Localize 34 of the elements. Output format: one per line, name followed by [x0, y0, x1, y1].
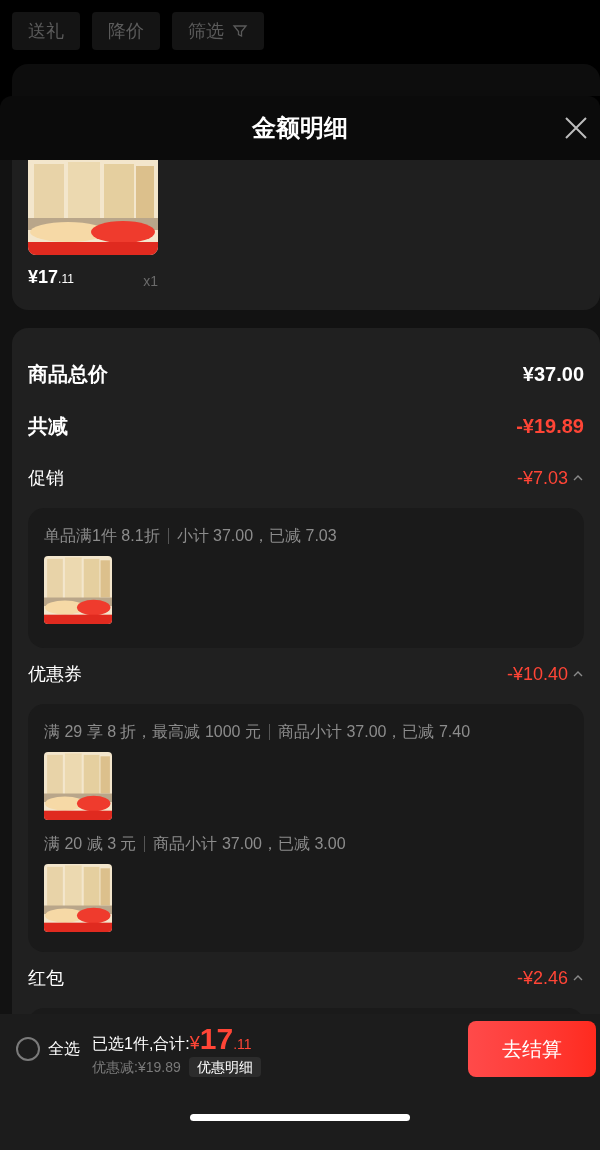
section-title: 优惠券 [28, 663, 82, 686]
rule-detail: 商品小计 37.00，已减 3.00 [153, 834, 346, 854]
summary-label: 共减 [28, 414, 68, 439]
section-amount: -¥2.46 [516, 967, 568, 990]
rule-text: 满 20 减 3 元 [44, 834, 137, 854]
filter-chip[interactable]: 送礼 [12, 12, 80, 50]
currency: ¥ [189, 1033, 200, 1055]
summary-amount: -¥19.89 [516, 414, 584, 439]
close-icon[interactable] [564, 116, 588, 140]
section-amount: -¥10.40 [506, 663, 568, 686]
home-indicator[interactable] [190, 1113, 410, 1121]
discount-detail-button[interactable]: 优惠明细 [188, 1057, 261, 1077]
rule-text: 单品满1件 8.1折 [44, 526, 160, 546]
filter-chip[interactable]: 降价 [92, 12, 160, 50]
filter-chip[interactable]: 筛选 [172, 12, 264, 50]
summary-label: 商品总价 [28, 362, 108, 387]
product-price: ¥17 [28, 266, 59, 289]
section-title: 红包 [28, 967, 64, 990]
quantity: x1 [143, 272, 158, 291]
section-title: 促销 [28, 467, 64, 490]
saving-text: 优惠减:¥19.89 [92, 1058, 181, 1077]
rule-detail: 商品小计 37.00，已减 7.40 [277, 722, 471, 742]
select-all-radio[interactable] [16, 1037, 40, 1061]
select-all-label[interactable]: 全选 [48, 1037, 80, 1061]
section-amount: -¥7.03 [516, 467, 568, 490]
checkout-button[interactable]: 去结算 [468, 1021, 596, 1077]
selected-label: 已选1件,合计: [92, 1034, 190, 1054]
rule-detail: 小计 37.00，已减 7.03 [176, 526, 337, 546]
total-decimal: .11 [233, 1035, 252, 1054]
total-price: 17 [199, 1021, 234, 1057]
sheet-title: 金额明细 [252, 113, 348, 143]
rule-text: 满 29 享 8 折，最高减 1000 元 [44, 722, 261, 742]
price-decimal: .11 [58, 271, 74, 287]
summary-amount: ¥37.00 [522, 362, 584, 387]
